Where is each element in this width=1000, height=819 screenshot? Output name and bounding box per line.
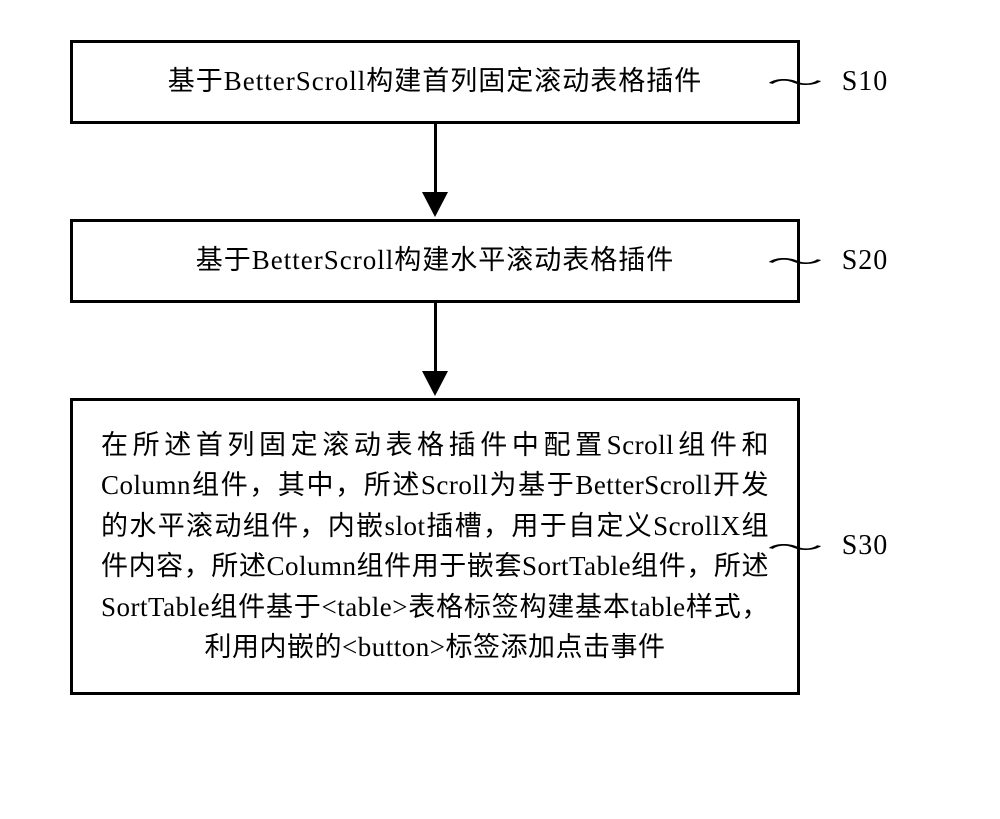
step-label-3: S30	[842, 530, 889, 562]
arrow-2	[70, 303, 930, 398]
arrow-line-2	[434, 303, 437, 373]
arrowhead-icon	[422, 192, 448, 217]
flowchart-container: 基于BetterScroll构建首列固定滚动表格插件 〜 S10 基于Bette…	[70, 40, 930, 695]
step-label-1: S10	[842, 66, 889, 98]
step-text-2: 基于BetterScroll构建水平滚动表格插件	[196, 240, 674, 282]
arrow-line-1	[434, 124, 437, 194]
step-row-1: 基于BetterScroll构建首列固定滚动表格插件 〜 S10	[70, 40, 930, 124]
step-box-2: 基于BetterScroll构建水平滚动表格插件	[70, 219, 800, 303]
label-col-3: 〜 S30	[800, 530, 930, 562]
step-label-2: S20	[842, 245, 889, 277]
step-text-3: 在所述首列固定滚动表格插件中配置Scroll组件和Column组件，其中，所述S…	[101, 425, 769, 668]
step-box-1: 基于BetterScroll构建首列固定滚动表格插件	[70, 40, 800, 124]
step-row-2: 基于BetterScroll构建水平滚动表格插件 〜 S20	[70, 219, 930, 303]
step-box-3: 在所述首列固定滚动表格插件中配置Scroll组件和Column组件，其中，所述S…	[70, 398, 800, 695]
tilde-icon: 〜	[766, 67, 823, 97]
tilde-icon: 〜	[766, 531, 823, 561]
tilde-icon: 〜	[766, 246, 823, 276]
arrowhead-icon	[422, 371, 448, 396]
label-col-2: 〜 S20	[800, 245, 930, 277]
label-col-1: 〜 S10	[800, 66, 930, 98]
step-text-1: 基于BetterScroll构建首列固定滚动表格插件	[168, 61, 702, 103]
arrow-1	[70, 124, 930, 219]
step-row-3: 在所述首列固定滚动表格插件中配置Scroll组件和Column组件，其中，所述S…	[70, 398, 930, 695]
